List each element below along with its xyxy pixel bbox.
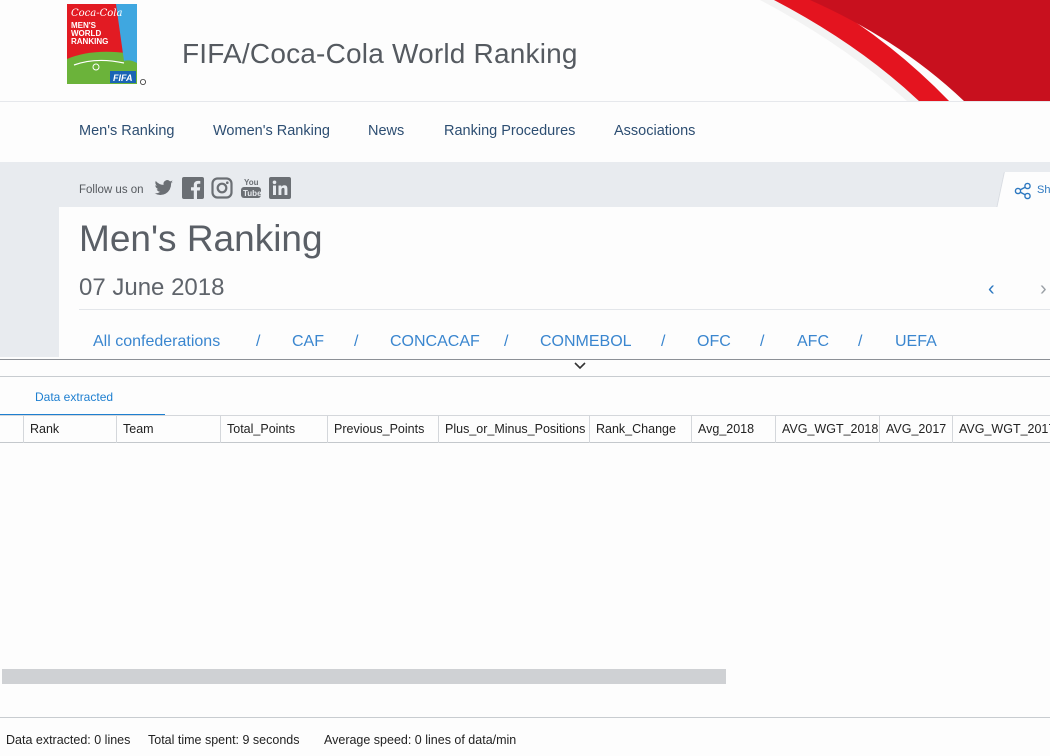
- filter-caf[interactable]: CAF: [292, 333, 324, 351]
- share-label[interactable]: Sh: [1037, 184, 1050, 196]
- twitter-icon[interactable]: [153, 177, 175, 199]
- logo-brand-text: Coca-Cola: [71, 8, 122, 19]
- filter-all-confederations[interactable]: All confederations: [93, 333, 220, 351]
- column-header-avg-2018[interactable]: Avg_2018: [691, 416, 776, 443]
- left-gutter: [0, 207, 59, 357]
- column-header-rank[interactable]: Rank: [23, 416, 117, 443]
- filter-afc[interactable]: AFC: [797, 333, 829, 351]
- linkedin-icon[interactable]: [269, 177, 291, 199]
- column-header-previous-points[interactable]: Previous_Points: [327, 416, 439, 443]
- filter-conmebol[interactable]: CONMEBOL: [540, 333, 632, 351]
- filter-separator: /: [661, 333, 666, 350]
- fifa-ranking-logo[interactable]: Coca-Cola MEN'S WORLD RANKING FIFA: [66, 3, 146, 87]
- status-lines-extracted: Data extracted: 0 lines: [6, 733, 131, 747]
- column-header-avg-2017[interactable]: AVG_2017: [879, 416, 953, 443]
- column-header-total-points[interactable]: Total_Points: [220, 416, 328, 443]
- status-divider: [0, 717, 1050, 718]
- column-header-avg-wgt-2018[interactable]: AVG_WGT_2018: [775, 416, 880, 443]
- filter-separator: /: [354, 333, 359, 350]
- panel-divider[interactable]: [0, 359, 1050, 360]
- previous-date-arrow[interactable]: ‹: [988, 278, 995, 301]
- filter-separator: /: [760, 333, 765, 350]
- follow-us-label: Follow us on: [79, 184, 144, 196]
- site-header: Coca-Cola MEN'S WORLD RANKING FIFA FIFA/…: [0, 0, 1050, 102]
- filter-separator: /: [256, 333, 261, 350]
- date-divider: [79, 309, 1050, 310]
- horizontal-scrollbar[interactable]: [2, 669, 726, 684]
- status-average-speed: Average speed: 0 lines of data/min: [324, 733, 517, 747]
- next-date-arrow[interactable]: ›: [1040, 278, 1047, 301]
- main-nav: Men's Ranking Women's Ranking News Ranki…: [0, 102, 1050, 162]
- chevron-down-icon[interactable]: [573, 360, 587, 372]
- column-header-avg-wgt-2017[interactable]: AVG_WGT_2017: [952, 416, 1050, 443]
- nav-news[interactable]: News: [368, 123, 404, 139]
- logo-line3: RANKING: [71, 37, 108, 46]
- filter-separator: /: [504, 333, 509, 350]
- youtube-icon[interactable]: You Tube: [240, 177, 262, 199]
- page-title: Men's Ranking: [79, 218, 323, 259]
- tab-data-extracted-label: Data extracted: [35, 390, 114, 404]
- nav-ranking-procedures[interactable]: Ranking Procedures: [444, 123, 575, 139]
- svg-text:You: You: [244, 178, 259, 187]
- tab-data-extracted[interactable]: Data extracted: [0, 377, 165, 416]
- share-icon[interactable]: [1014, 182, 1032, 200]
- svg-text:Tube: Tube: [243, 189, 262, 198]
- ranking-date: 07 June 2018: [79, 274, 225, 301]
- logo-org: FIFA: [113, 73, 133, 83]
- filter-concacaf[interactable]: CONCACAF: [390, 333, 480, 351]
- facebook-icon[interactable]: [182, 177, 204, 199]
- site-title: FIFA/Coca-Cola World Ranking: [182, 38, 578, 69]
- header-swoosh-decoration: [760, 0, 1050, 101]
- nav-mens-ranking[interactable]: Men's Ranking: [79, 123, 174, 139]
- status-time-spent: Total time spent: 9 seconds: [148, 733, 300, 747]
- filter-separator: /: [858, 333, 863, 350]
- column-header-plus-minus-positions[interactable]: Plus_or_Minus_Positions: [438, 416, 590, 443]
- column-header-rank-change[interactable]: Rank_Change: [589, 416, 692, 443]
- nav-associations[interactable]: Associations: [614, 123, 695, 139]
- nav-womens-ranking[interactable]: Women's Ranking: [213, 123, 330, 139]
- filter-ofc[interactable]: OFC: [697, 333, 731, 351]
- data-grid-header: Rank Team Total_Points Previous_Points P…: [0, 416, 1050, 443]
- instagram-icon[interactable]: [211, 177, 233, 199]
- column-header-team[interactable]: Team: [116, 416, 221, 443]
- filter-uefa[interactable]: UEFA: [895, 333, 937, 351]
- page: Coca-Cola MEN'S WORLD RANKING FIFA FIFA/…: [0, 0, 1050, 756]
